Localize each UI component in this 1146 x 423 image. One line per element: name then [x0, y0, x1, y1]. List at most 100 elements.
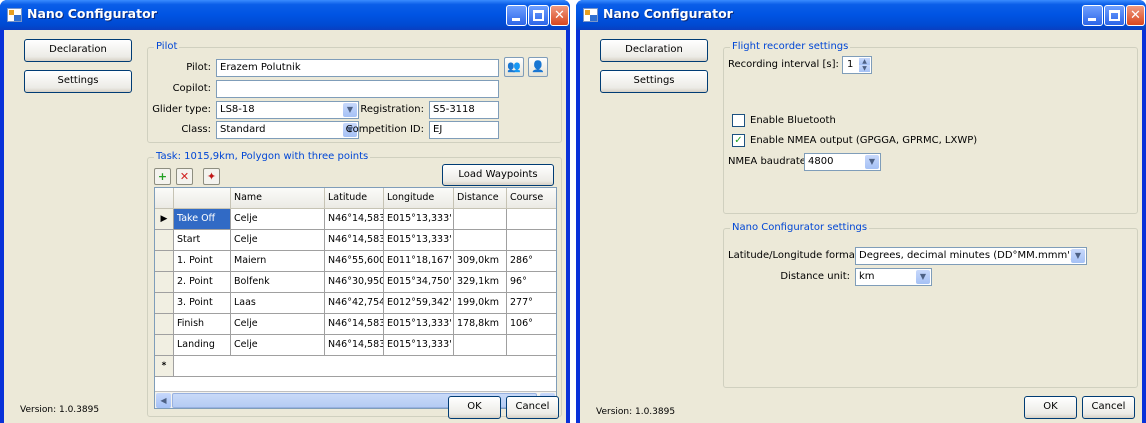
row-longitude-cell[interactable]: E015°34,750'	[384, 272, 454, 293]
row-distance-cell[interactable]	[454, 335, 507, 356]
row-course-cell[interactable]: 96°	[507, 272, 556, 293]
row-distance-cell[interactable]: 309,0km	[454, 251, 507, 272]
minimize-button[interactable]	[506, 5, 527, 26]
minimize-button[interactable]	[1082, 5, 1103, 26]
competition-id-field[interactable]: EJ	[429, 121, 499, 139]
table-row[interactable]: Finish Celje N46°14,583' E015°13,333' 17…	[155, 314, 556, 335]
column-header-longitude[interactable]: Longitude	[384, 188, 454, 209]
new-row-cell[interactable]	[174, 356, 556, 377]
copilot-field[interactable]	[216, 80, 499, 98]
row-name-cell[interactable]: Celje	[231, 230, 325, 251]
row-course-cell[interactable]	[507, 209, 556, 230]
maximize-button[interactable]	[528, 5, 549, 26]
column-header-distance[interactable]: Distance	[454, 188, 507, 209]
row-name-cell[interactable]: Celje	[231, 335, 325, 356]
cancel-button[interactable]: Cancel	[506, 396, 559, 419]
new-row[interactable]: *	[155, 356, 556, 377]
row-latitude-cell[interactable]: N46°14,583'	[325, 335, 384, 356]
latlon-format-select[interactable]: Degrees, decimal minutes (DD°MM.mmm') ▼	[855, 247, 1087, 265]
row-name-cell[interactable]: Maiern	[231, 251, 325, 272]
close-icon: ✕	[554, 8, 565, 23]
nmea-baudrate-select[interactable]: 4800 ▼	[804, 153, 881, 171]
enable-nmea-checkbox[interactable]: ✓	[732, 134, 745, 147]
row-longitude-cell[interactable]: E015°13,333'	[384, 335, 454, 356]
table-row[interactable]: 1. Point Maiern N46°55,600' E011°18,167'…	[155, 251, 556, 272]
table-row[interactable]: 2. Point Bolfenk N46°30,950' E015°34,750…	[155, 272, 556, 293]
enable-bluetooth-checkbox[interactable]	[732, 114, 745, 127]
maximize-button[interactable]	[1104, 5, 1125, 26]
declaration-button[interactable]: Declaration	[24, 39, 132, 62]
column-header-course[interactable]: Course	[507, 188, 556, 209]
scroll-left-icon[interactable]: ◀	[156, 393, 171, 408]
select-pilot-button[interactable]: 👥	[504, 57, 524, 77]
add-pilot-button[interactable]: 👤	[528, 57, 548, 77]
recording-interval-stepper[interactable]: 1 ▲ ▼	[842, 56, 872, 74]
enable-bluetooth-label[interactable]: Enable Bluetooth	[750, 115, 836, 127]
row-longitude-cell[interactable]: E012°59,342'	[384, 293, 454, 314]
spin-up-icon[interactable]: ▲	[859, 58, 870, 65]
row-type-cell[interactable]: Start	[174, 230, 231, 251]
row-latitude-cell[interactable]: N46°14,583'	[325, 314, 384, 335]
app-icon	[7, 8, 22, 22]
ok-button[interactable]: OK	[448, 396, 501, 419]
pilot-field[interactable]: Erazem Polutnik	[216, 59, 499, 77]
nmea-baudrate-value: 4800	[808, 156, 834, 167]
row-latitude-cell[interactable]: N46°55,600'	[325, 251, 384, 272]
distance-unit-select[interactable]: km ▼	[855, 268, 932, 286]
row-type-cell[interactable]: 2. Point	[174, 272, 231, 293]
left-title-bar[interactable]: Nano Configurator ✕	[0, 0, 570, 30]
add-waypoint-button[interactable]: +	[154, 168, 171, 185]
window-title: Nano Configurator	[603, 6, 733, 21]
maximize-icon	[1109, 10, 1120, 21]
declaration-button[interactable]: Declaration	[600, 39, 708, 62]
clear-task-button[interactable]: ✦	[203, 168, 220, 185]
table-row[interactable]: 3. Point Laas N46°42,754' E012°59,342' 1…	[155, 293, 556, 314]
ok-button[interactable]: OK	[1024, 396, 1077, 419]
row-longitude-cell[interactable]: E011°18,167'	[384, 251, 454, 272]
row-latitude-cell[interactable]: N46°14,583'	[325, 209, 384, 230]
row-name-cell[interactable]: Bolfenk	[231, 272, 325, 293]
row-longitude-cell[interactable]: E015°13,333'	[384, 209, 454, 230]
table-row[interactable]: Landing Celje N46°14,583' E015°13,333'	[155, 335, 556, 356]
row-type-cell[interactable]: Finish	[174, 314, 231, 335]
cancel-button[interactable]: Cancel	[1082, 396, 1135, 419]
row-type-cell[interactable]: 3. Point	[174, 293, 231, 314]
row-distance-cell[interactable]: 178,8km	[454, 314, 507, 335]
row-type-cell[interactable]: Landing	[174, 335, 231, 356]
load-waypoints-button[interactable]: Load Waypoints	[442, 164, 554, 186]
row-type-cell[interactable]: 1. Point	[174, 251, 231, 272]
table-row[interactable]: Start Celje N46°14,583' E015°13,333'	[155, 230, 556, 251]
right-title-bar[interactable]: Nano Configurator ✕	[576, 0, 1146, 30]
delete-waypoint-button[interactable]: ✕	[176, 168, 193, 185]
row-latitude-cell[interactable]: N46°30,950'	[325, 272, 384, 293]
close-button[interactable]: ✕	[550, 5, 569, 26]
row-distance-cell[interactable]: 199,0km	[454, 293, 507, 314]
row-course-cell[interactable]: 277°	[507, 293, 556, 314]
column-header-name[interactable]: Name	[231, 188, 325, 209]
row-type-cell[interactable]: Take Off	[174, 209, 231, 230]
settings-button[interactable]: Settings	[600, 70, 708, 93]
table-row[interactable]: ▶ Take Off Celje N46°14,583' E015°13,333…	[155, 209, 556, 230]
registration-field[interactable]: S5-3118	[429, 101, 499, 119]
row-course-cell[interactable]	[507, 335, 556, 356]
row-name-cell[interactable]: Laas	[231, 293, 325, 314]
row-distance-cell[interactable]	[454, 209, 507, 230]
glider-type-select[interactable]: LS8-18 ▼	[216, 101, 359, 119]
row-course-cell[interactable]: 286°	[507, 251, 556, 272]
enable-nmea-label[interactable]: Enable NMEA output (GPGGA, GPRMC, LXWP)	[750, 135, 977, 147]
row-course-cell[interactable]	[507, 230, 556, 251]
close-button[interactable]: ✕	[1126, 5, 1145, 26]
column-header-latitude[interactable]: Latitude	[325, 188, 384, 209]
waypoints-grid[interactable]: Name Latitude Longitude Distance Course …	[154, 187, 557, 409]
row-name-cell[interactable]: Celje	[231, 209, 325, 230]
row-name-cell[interactable]: Celje	[231, 314, 325, 335]
row-distance-cell[interactable]	[454, 230, 507, 251]
row-latitude-cell[interactable]: N46°42,754'	[325, 293, 384, 314]
row-course-cell[interactable]: 106°	[507, 314, 556, 335]
spin-down-icon[interactable]: ▼	[859, 65, 870, 72]
row-longitude-cell[interactable]: E015°13,333'	[384, 230, 454, 251]
settings-button[interactable]: Settings	[24, 70, 132, 93]
row-latitude-cell[interactable]: N46°14,583'	[325, 230, 384, 251]
row-longitude-cell[interactable]: E015°13,333'	[384, 314, 454, 335]
row-distance-cell[interactable]: 329,1km	[454, 272, 507, 293]
